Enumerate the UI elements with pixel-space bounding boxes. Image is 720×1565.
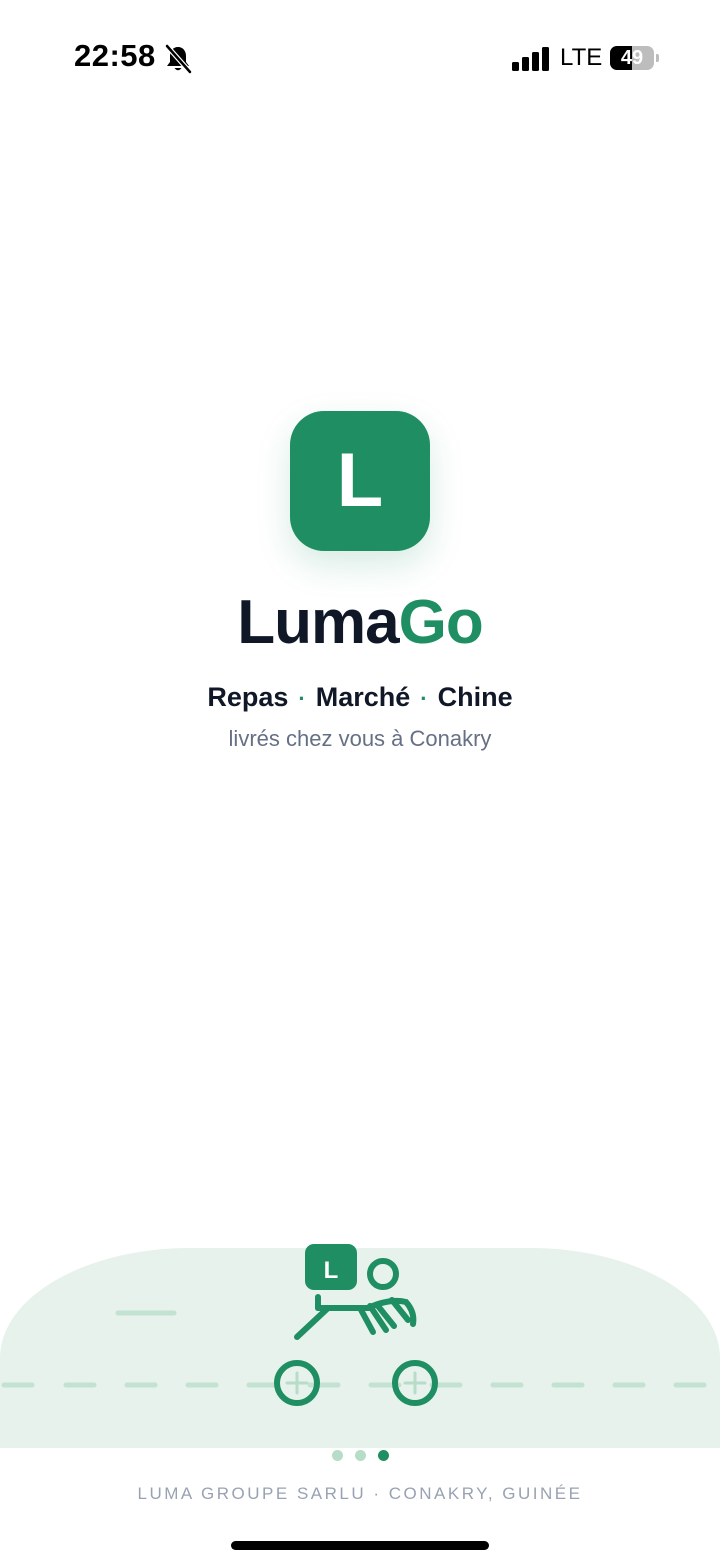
status-bar: 22:58 LTE 49 (0, 0, 720, 120)
status-time: 22:58 (74, 38, 156, 73)
battery-indicator: 49 (610, 46, 659, 70)
page-dot (377, 1450, 389, 1462)
page-indicator (0, 1447, 720, 1462)
brand-name-part-a: Luma (237, 588, 399, 657)
footer-company: LUMA GROUPE SARLU · CONAKRY, GUINÉE (137, 1484, 583, 1503)
page-dot (331, 1450, 343, 1462)
home-indicator[interactable] (231, 1541, 489, 1550)
battery-level: 49 (620, 47, 644, 69)
battery-tip (656, 54, 659, 62)
brand-name-part-b: Go (398, 588, 484, 657)
tagline-separator: · (298, 686, 306, 711)
box-letter: L (324, 1257, 339, 1284)
page-dot (354, 1450, 366, 1462)
brand-name: LumaGo (0, 588, 720, 658)
tagline-item-marche: Marché (315, 682, 411, 712)
tagline-separator: · (420, 686, 428, 711)
network-type: LTE (560, 44, 603, 71)
cellular-signal-icon (512, 47, 549, 71)
tagline-item-repas: Repas (207, 682, 289, 712)
delivery-scooter-icon: L (274, 1244, 438, 1406)
app-logo: L (290, 411, 430, 551)
tagline: Repas · Marché · Chine (0, 680, 720, 716)
tagline-item-chine: Chine (437, 682, 513, 712)
logo-letter: L (336, 438, 384, 523)
delivery-illustration: L (0, 1230, 720, 1450)
bell-slash-icon (165, 44, 192, 74)
subline: livrés chez vous à Conakry (228, 726, 492, 751)
